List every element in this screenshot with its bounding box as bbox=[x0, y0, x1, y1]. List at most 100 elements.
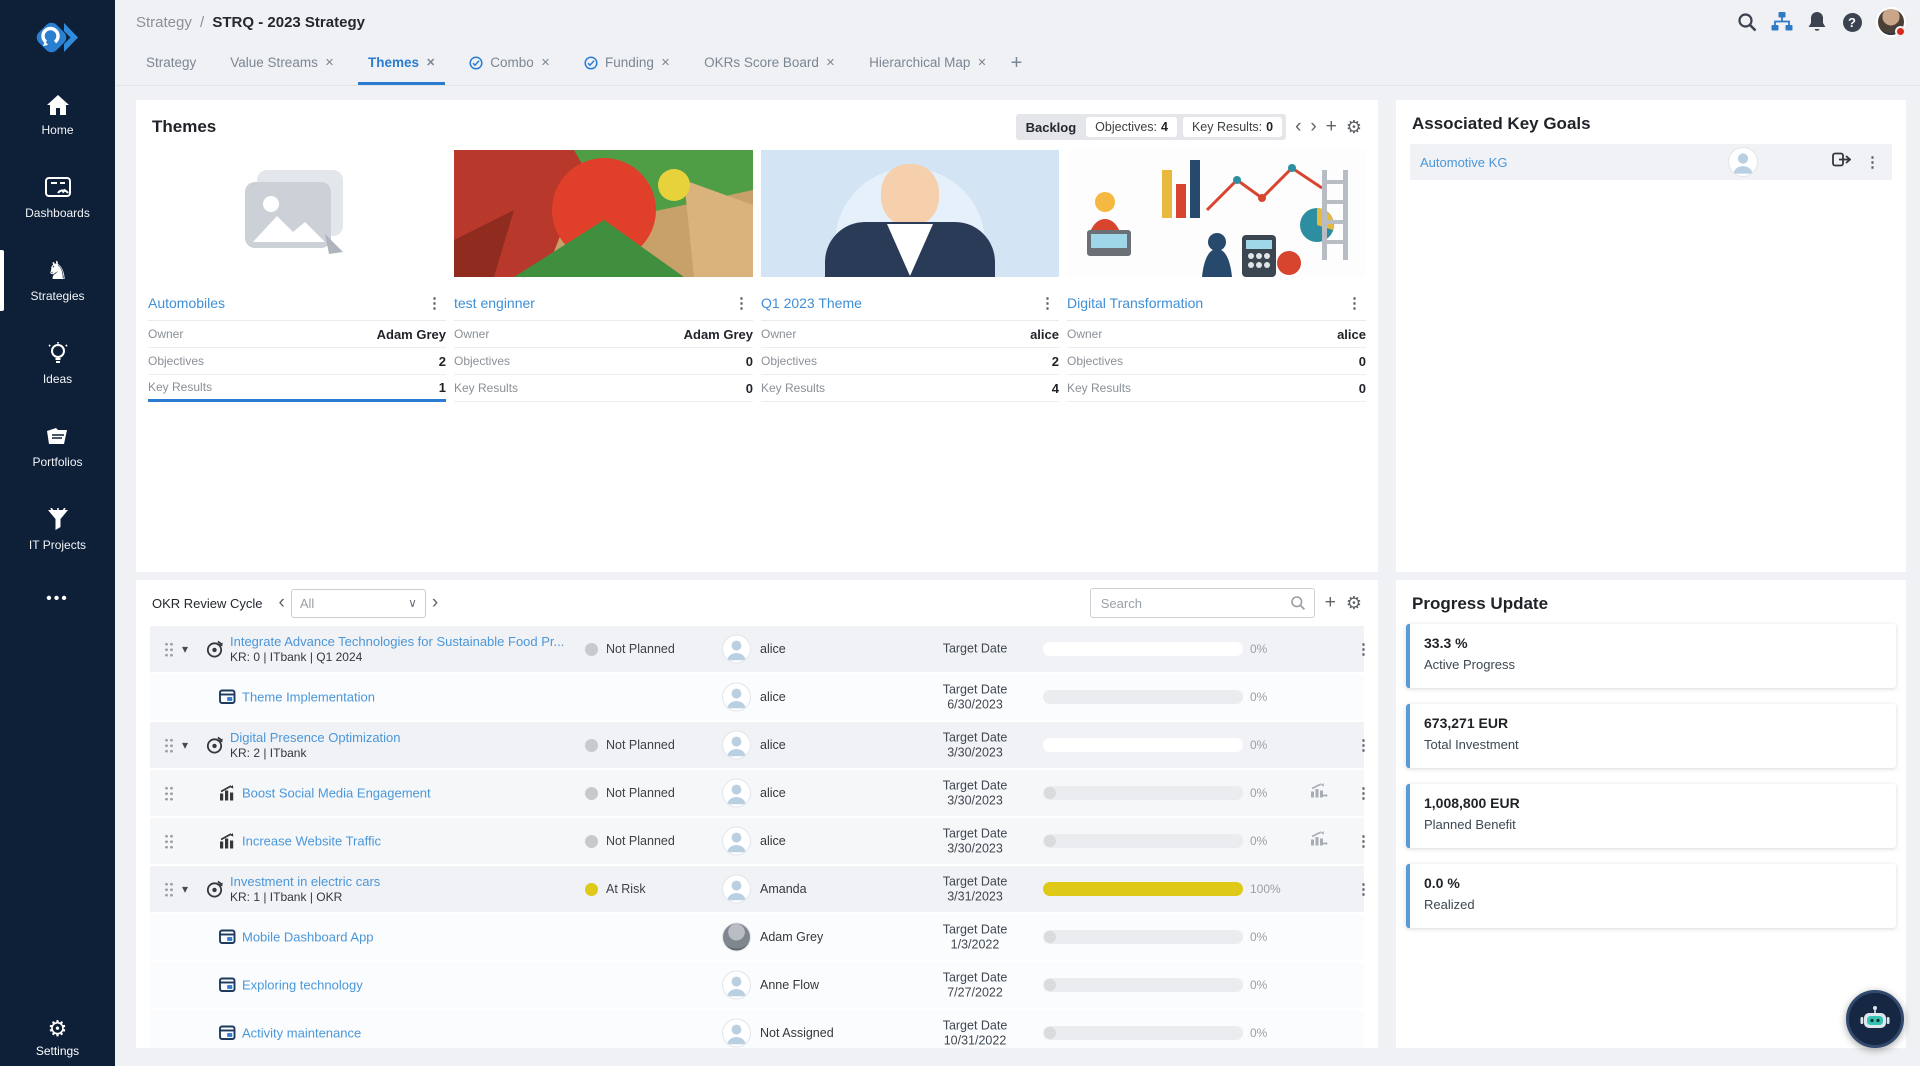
chatbot-button[interactable] bbox=[1846, 990, 1904, 1048]
user-avatar[interactable] bbox=[1876, 7, 1906, 37]
okr-row-key-result[interactable]: Boost Social Media Engagement Not Planne… bbox=[150, 770, 1364, 816]
chevron-left-icon[interactable]: ‹ bbox=[1295, 118, 1301, 136]
progress-slider[interactable] bbox=[1043, 930, 1243, 944]
kebab-menu-icon[interactable]: ⋮ bbox=[1352, 784, 1375, 802]
kebab-menu-icon[interactable]: ⋮ bbox=[1036, 294, 1059, 312]
sidebar-more-button[interactable]: ••• bbox=[46, 590, 69, 608]
okr-search[interactable] bbox=[1090, 588, 1315, 618]
theme-card-digital-transformation[interactable]: Digital Transformation ⋮ Owneralice Obje… bbox=[1067, 150, 1366, 402]
key-results-count-pill[interactable]: Key Results: 0 bbox=[1183, 117, 1282, 137]
okr-title-link[interactable]: Boost Social Media Engagement bbox=[242, 786, 431, 801]
okr-title-link[interactable]: Theme Implementation bbox=[242, 690, 375, 705]
sidebar-item-home[interactable]: Home bbox=[0, 80, 115, 149]
drag-handle-icon[interactable] bbox=[164, 786, 173, 801]
close-icon[interactable]: ✕ bbox=[325, 56, 334, 69]
tab-okrs-score-board[interactable]: OKRs Score Board ✕ bbox=[694, 55, 845, 85]
close-icon[interactable]: ✕ bbox=[826, 56, 835, 69]
theme-card-title[interactable]: test enginner bbox=[454, 295, 535, 311]
okr-row-project[interactable]: Mobile Dashboard App Adam Grey Target Da… bbox=[150, 914, 1364, 960]
theme-card-automobiles[interactable]: Automobiles ⋮ OwnerAdam Grey Objectives2… bbox=[148, 150, 446, 402]
notifications-bell-icon[interactable] bbox=[1806, 11, 1828, 33]
okr-title-link[interactable]: Investment in electric cars bbox=[230, 874, 380, 889]
okr-title-link[interactable]: Integrate Advance Technologies for Susta… bbox=[230, 634, 564, 649]
kebab-menu-icon[interactable]: ⋮ bbox=[423, 294, 446, 312]
kebab-menu-icon[interactable]: ⋮ bbox=[1343, 294, 1366, 312]
okr-title-link[interactable]: Digital Presence Optimization bbox=[230, 730, 401, 745]
tab-combo[interactable]: Combo ✕ bbox=[459, 55, 560, 85]
progress-slider[interactable] bbox=[1043, 834, 1243, 848]
progress-bar[interactable] bbox=[1043, 690, 1243, 704]
sidebar-item-portfolios[interactable]: Portfolios bbox=[0, 412, 115, 481]
okr-row-project[interactable]: Exploring technology Anne Flow Target Da… bbox=[150, 962, 1364, 1008]
app-logo[interactable] bbox=[33, 10, 83, 66]
cycle-select[interactable]: All ∨ bbox=[291, 589, 426, 618]
okr-row-objective[interactable]: ▾ Digital Presence Optimization KR: 2 | … bbox=[150, 722, 1364, 768]
close-icon[interactable]: ✕ bbox=[661, 56, 670, 69]
kebab-menu-icon[interactable]: ⋮ bbox=[730, 294, 753, 312]
progress-slider[interactable] bbox=[1043, 1026, 1243, 1040]
theme-card-q1-2023[interactable]: Q1 2023 Theme ⋮ Owneralice Objectives2 K… bbox=[761, 150, 1059, 402]
collapse-caret-icon[interactable]: ▾ bbox=[182, 882, 188, 896]
tab-strategy[interactable]: Strategy bbox=[136, 55, 206, 85]
theme-card-title[interactable]: Q1 2023 Theme bbox=[761, 295, 862, 311]
collapse-caret-icon[interactable]: ▾ bbox=[182, 642, 188, 656]
okr-row-project[interactable]: Activity maintenance Not Assigned Target… bbox=[150, 1010, 1364, 1048]
okr-row-objective[interactable]: ▾ Investment in electric cars KR: 1 | IT… bbox=[150, 866, 1364, 912]
backlog-button[interactable]: Backlog bbox=[1026, 120, 1077, 135]
tab-hierarchical-map[interactable]: Hierarchical Map ✕ bbox=[859, 55, 997, 85]
objectives-count-pill[interactable]: Objectives: 4 bbox=[1086, 117, 1177, 137]
collapse-caret-icon[interactable]: ▾ bbox=[182, 738, 188, 752]
sidebar-item-it-projects[interactable]: IT Projects bbox=[0, 495, 115, 564]
kr-history-chart-icon[interactable] bbox=[1310, 783, 1328, 804]
theme-card-test-enginner[interactable]: test enginner ⋮ OwnerAdam Grey Objective… bbox=[454, 150, 753, 402]
okr-title-link[interactable]: Increase Website Traffic bbox=[242, 834, 381, 849]
okr-row-key-result[interactable]: Increase Website Traffic Not Planned ali… bbox=[150, 818, 1364, 864]
kebab-menu-icon[interactable]: ⋮ bbox=[1352, 736, 1375, 754]
tab-funding[interactable]: Funding ✕ bbox=[574, 55, 680, 85]
drag-handle-icon[interactable] bbox=[164, 738, 173, 753]
kebab-menu-icon[interactable]: ⋮ bbox=[1352, 832, 1375, 850]
progress-bar[interactable] bbox=[1043, 882, 1243, 896]
okr-row-project[interactable]: Theme Implementation alice Target Date 6… bbox=[150, 674, 1364, 720]
kebab-menu-icon[interactable]: ⋮ bbox=[1352, 640, 1375, 658]
add-theme-button[interactable]: + bbox=[1326, 118, 1337, 136]
close-icon[interactable]: ✕ bbox=[977, 56, 986, 69]
okr-title-link[interactable]: Activity maintenance bbox=[242, 1026, 361, 1041]
sidebar-item-strategies[interactable]: ♞ Strategies bbox=[0, 246, 115, 315]
progress-bar[interactable] bbox=[1043, 642, 1243, 656]
search-icon[interactable] bbox=[1736, 11, 1758, 33]
drag-handle-icon[interactable] bbox=[164, 642, 173, 657]
cycle-next-chevron-icon[interactable]: › bbox=[432, 592, 438, 614]
progress-slider[interactable] bbox=[1043, 978, 1243, 992]
kebab-menu-icon[interactable]: ⋮ bbox=[1861, 153, 1884, 171]
okr-title-link[interactable]: Mobile Dashboard App bbox=[242, 930, 374, 945]
close-icon[interactable]: ✕ bbox=[541, 56, 550, 69]
add-okr-button[interactable]: + bbox=[1325, 594, 1336, 612]
theme-card-title[interactable]: Digital Transformation bbox=[1067, 295, 1203, 311]
sidebar-item-settings[interactable]: ⚙ Settings bbox=[0, 1018, 115, 1058]
progress-slider[interactable] bbox=[1043, 786, 1243, 800]
theme-card-title[interactable]: Automobiles bbox=[148, 295, 225, 311]
help-icon[interactable]: ? bbox=[1841, 11, 1863, 33]
okr-title-link[interactable]: Exploring technology bbox=[242, 978, 363, 993]
drag-handle-icon[interactable] bbox=[164, 834, 173, 849]
close-icon[interactable]: ✕ bbox=[426, 56, 435, 69]
kr-history-chart-icon[interactable] bbox=[1310, 831, 1328, 852]
okr-settings-gear-icon[interactable]: ⚙ bbox=[1346, 594, 1362, 612]
chevron-right-icon[interactable]: › bbox=[1310, 118, 1316, 136]
tab-value-streams[interactable]: Value Streams ✕ bbox=[220, 55, 344, 85]
add-tab-button[interactable]: + bbox=[1011, 52, 1023, 85]
sidebar-item-dashboards[interactable]: Dashboards bbox=[0, 163, 115, 232]
okr-row-objective[interactable]: ▾ Integrate Advance Technologies for Sus… bbox=[150, 626, 1364, 672]
search-input[interactable] bbox=[1099, 595, 1290, 612]
open-in-icon[interactable] bbox=[1832, 151, 1851, 173]
themes-settings-gear-icon[interactable]: ⚙ bbox=[1346, 118, 1362, 136]
key-goal-link[interactable]: Automotive KG bbox=[1420, 155, 1507, 170]
breadcrumb-root[interactable]: Strategy bbox=[136, 14, 192, 31]
drag-handle-icon[interactable] bbox=[164, 882, 173, 897]
sidebar-item-ideas[interactable]: Ideas bbox=[0, 329, 115, 398]
tab-themes[interactable]: Themes ✕ bbox=[358, 55, 445, 85]
progress-bar[interactable] bbox=[1043, 738, 1243, 752]
key-goal-row[interactable]: Automotive KG ⋮ bbox=[1410, 144, 1892, 180]
hierarchy-icon[interactable] bbox=[1771, 11, 1793, 33]
